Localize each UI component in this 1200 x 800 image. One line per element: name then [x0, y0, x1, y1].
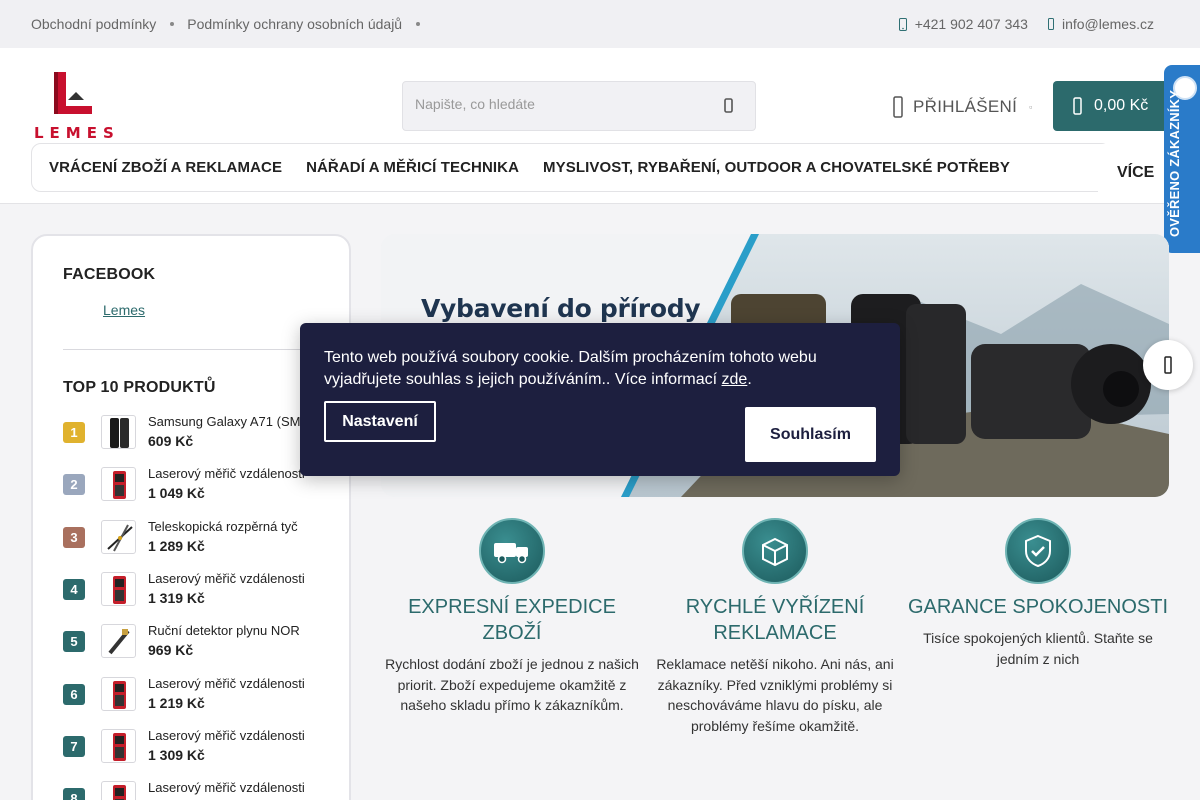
mail-icon: [1047, 18, 1054, 30]
product-thumbnail[interactable]: [101, 624, 136, 658]
main-nav: VRÁCENÍ ZBOŽÍ A REKLAMACE NÁŘADÍ A MĚŘIC…: [31, 143, 1111, 192]
feature-title: RYCHLÉ VYŘÍZENÍ REKLAMACE: [685, 596, 865, 644]
top-product-item[interactable]: 3 Teleskopická rozpěrná tyč 1 289 Kč: [63, 518, 323, 558]
feature-returns: RYCHLÉ VYŘÍZENÍ REKLAMACE Reklamace netě…: [644, 518, 906, 736]
feature-title: GARANCE SPOKOJENOSTI: [907, 596, 1169, 618]
product-name[interactable]: Laserový měřič vzdálenosti: [148, 780, 320, 795]
cookie-agree-button[interactable]: Souhlasím: [745, 407, 876, 462]
product-name[interactable]: Teleskopická rozpěrná tyč: [148, 519, 320, 534]
shield-check-icon: [1005, 518, 1071, 584]
top-product-item[interactable]: 8 Laserový měřič vzdálenosti: [63, 779, 323, 800]
product-name[interactable]: Laserový měřič vzdálenosti: [148, 728, 320, 743]
rank-badge: 1: [63, 422, 85, 443]
rank-badge: 8: [63, 788, 85, 800]
carousel-next-button[interactable]: [1143, 340, 1193, 390]
product-thumbnail[interactable]: [101, 729, 136, 763]
feature-guarantee: GARANCE SPOKOJENOSTI Tisíce spokojených …: [907, 518, 1169, 669]
feature-text: Tisíce spokojených klientů. Staňte se je…: [923, 630, 1153, 667]
feature-text: Rychlost dodání zboží je jednou z našich…: [385, 656, 639, 713]
separator-dot: [416, 22, 421, 26]
feature-express: EXPRESNÍ EXPEDICE ZBOŽÍ Rychlost dodání …: [381, 518, 643, 716]
product-thumbnail[interactable]: [101, 572, 136, 606]
facebook-title: FACEBOOK: [63, 266, 156, 283]
top-bar: Obchodní podmínky Podmínky ochrany osobn…: [0, 0, 1200, 48]
cookie-message-end: .: [747, 371, 752, 388]
nav-item-returns[interactable]: VRÁCENÍ ZBOŽÍ A REKLAMACE: [49, 159, 282, 176]
facebook-link[interactable]: Lemes: [103, 302, 145, 318]
product-name[interactable]: Laserový měřič vzdálenosti: [148, 676, 320, 691]
product-thumbnail[interactable]: [101, 520, 136, 554]
phone-icon: [898, 17, 907, 31]
product-thumbnail[interactable]: [101, 467, 136, 501]
phone-number: +421 902 407 343: [914, 16, 1028, 32]
sidebar-divider: [63, 349, 319, 350]
product-name[interactable]: Ruční detektor plynu NOR: [148, 623, 320, 638]
product-thumbnail[interactable]: [101, 677, 136, 711]
banner-title: Vybavení do přírody: [421, 294, 701, 323]
product-name[interactable]: Laserový měřič vzdálenosti: [148, 571, 320, 586]
feature-text: Reklamace netěší nikoho. Ani nás, ani zá…: [656, 656, 894, 734]
logo-text: LEMES: [34, 124, 120, 142]
rank-badge: 3: [63, 527, 85, 548]
product-price: 969 Kč: [148, 642, 194, 658]
rank-badge: 6: [63, 684, 85, 705]
top-product-item[interactable]: 2 Laserový měřič vzdálenosti 1 049 Kč: [63, 465, 323, 505]
product-name[interactable]: Samsung Galaxy A71 (SM-A715F/DS): [148, 414, 320, 429]
logo-mark-icon: [54, 72, 92, 114]
search-input[interactable]: [415, 96, 705, 112]
product-price: 609 Kč: [148, 433, 194, 449]
nav-item-tools[interactable]: NÁŘADÍ A MĚŘICÍ TECHNIKA: [306, 159, 519, 176]
top-product-item[interactable]: 7 Laserový měřič vzdálenosti 1 309 Kč: [63, 727, 323, 767]
login-label: PŘIHLÁŠENÍ: [913, 97, 1018, 116]
verified-label: OVĚŘENO ZÁKAZNÍKY: [1167, 89, 1182, 237]
top-product-item[interactable]: 6 Laserový měřič vzdálenosti 1 219 Kč: [63, 675, 323, 715]
terms-link[interactable]: Obchodní podmínky: [31, 16, 156, 32]
product-price: 1 319 Kč: [148, 590, 205, 606]
top-product-item[interactable]: 4 Laserový měřič vzdálenosti 1 319 Kč: [63, 570, 323, 610]
return-box-icon: [742, 518, 808, 584]
product-thumbnail[interactable]: [101, 781, 136, 800]
search-icon[interactable]: [719, 96, 739, 116]
product-price: 1 219 Kč: [148, 695, 205, 711]
separator-dot: [170, 22, 175, 26]
cart-icon: [1073, 97, 1082, 115]
contact-info: +421 902 407 343 info@lemes.cz: [898, 16, 1154, 32]
logo[interactable]: LEMES: [34, 72, 114, 142]
cookie-settings-button[interactable]: Nastavení: [324, 401, 436, 442]
cookie-message: Tento web používá soubory cookie. Dalším…: [324, 347, 864, 391]
nav-more-button[interactable]: VÍCE: [1098, 144, 1168, 200]
rank-badge: 2: [63, 474, 85, 495]
delivery-truck-icon: [479, 518, 545, 584]
chevron-down-icon: ▫: [1029, 102, 1033, 112]
user-icon: [893, 96, 903, 118]
top-products-title: TOP 10 PRODUKTŮ: [63, 379, 216, 396]
phone-contact[interactable]: +421 902 407 343: [898, 16, 1028, 32]
product-thumbnail[interactable]: [101, 415, 136, 449]
cart-button[interactable]: 0,00 Kč: [1053, 81, 1171, 131]
product-name[interactable]: Laserový měřič vzdálenosti: [148, 466, 320, 481]
privacy-link[interactable]: Podmínky ochrany osobních údajů: [187, 16, 402, 32]
header: LEMES PŘIHLÁŠENÍ ▫ 0,00 Kč VRÁCENÍ ZBOŽÍ…: [0, 48, 1200, 204]
chevron-right-icon: [1164, 356, 1172, 374]
search-box: [402, 81, 756, 131]
top-product-item[interactable]: 5 Ruční detektor plynu NOR 969 Kč: [63, 622, 323, 662]
cookie-consent-dialog: Tento web používá soubory cookie. Dalším…: [300, 323, 900, 476]
product-price: 1 309 Kč: [148, 747, 205, 763]
rank-badge: 7: [63, 736, 85, 757]
product-price: 1 049 Kč: [148, 485, 205, 501]
cookie-more-info-link[interactable]: zde: [722, 371, 748, 388]
verified-customers-badge[interactable]: OVĚŘENO ZÁKAZNÍKY: [1164, 65, 1200, 253]
email-address: info@lemes.cz: [1061, 16, 1154, 32]
top-links: Obchodní podmínky Podmínky ochrany osobn…: [31, 16, 433, 32]
feature-title: EXPRESNÍ EXPEDICE ZBOŽÍ: [408, 596, 616, 644]
product-price: 1 289 Kč: [148, 538, 205, 554]
nav-item-outdoor[interactable]: MYSLIVOST, RYBAŘENÍ, OUTDOOR A CHOVATELS…: [543, 159, 1010, 176]
email-contact[interactable]: info@lemes.cz: [1047, 16, 1154, 32]
rank-badge: 4: [63, 579, 85, 600]
rank-badge: 5: [63, 631, 85, 652]
cart-total: 0,00 Kč: [1094, 97, 1149, 114]
sidebar: FACEBOOK Lemes TOP 10 PRODUKTŮ 1 Samsung …: [31, 234, 351, 800]
login-button[interactable]: PŘIHLÁŠENÍ ▫: [893, 96, 1033, 118]
top-product-item[interactable]: 1 Samsung Galaxy A71 (SM-A715F/DS) 609 Kč: [63, 413, 323, 453]
